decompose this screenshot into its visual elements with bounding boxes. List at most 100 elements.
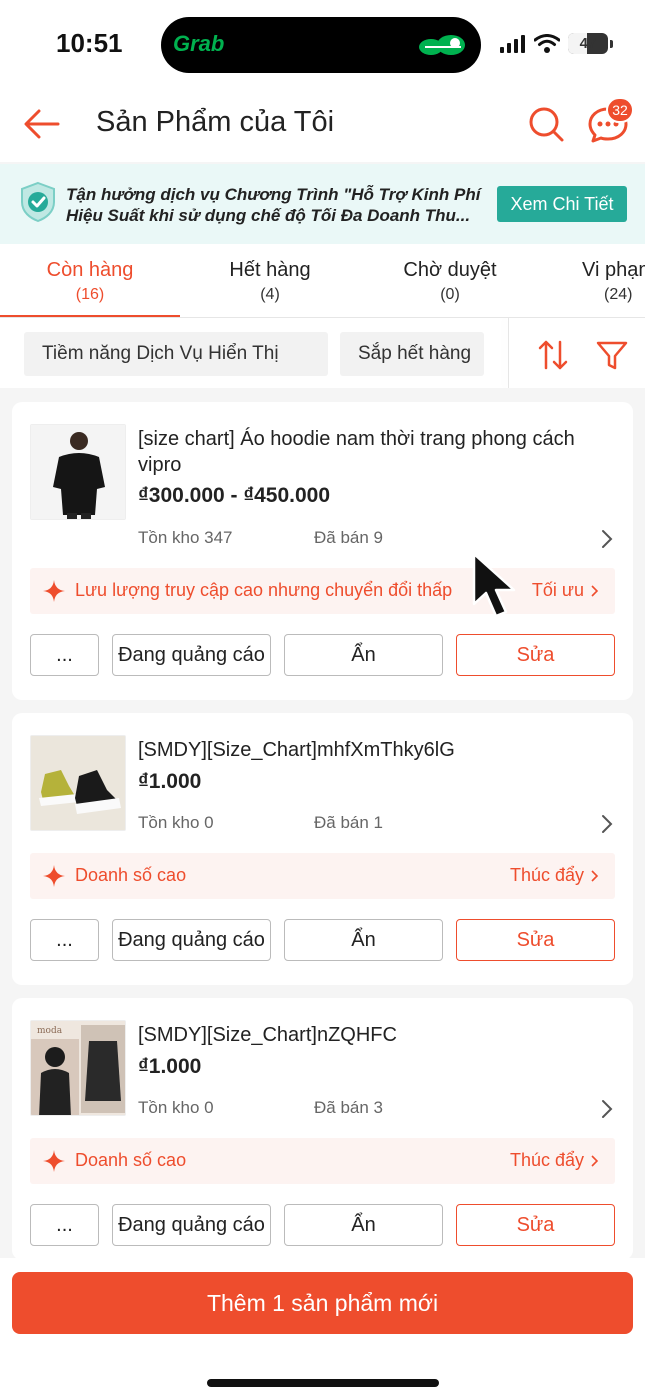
product-name: [size chart] Áo hoodie nam thời trang ph… — [138, 428, 575, 476]
insight-action-label: Thúc đẩy — [509, 865, 584, 885]
tab-label: Hết hàng — [229, 259, 311, 281]
product-image: moda — [30, 1020, 126, 1116]
hide-button[interactable]: Ẩn — [284, 634, 443, 676]
ads-button[interactable]: Đang quảng cáo — [112, 634, 271, 676]
sparkle-icon — [43, 580, 65, 602]
sparkle-icon — [43, 865, 65, 887]
tab-out-of-stock[interactable]: Hết hàng (4) — [180, 244, 360, 318]
insight-bar[interactable]: Doanh số cao Thúc đẩy — [30, 853, 615, 899]
app-header: Sản Phẩm của Tôi 32 — [0, 90, 645, 162]
product-sold: Đã bán 1 — [314, 813, 383, 832]
more-button[interactable]: ... — [30, 634, 99, 676]
chevron-right-icon — [591, 869, 599, 882]
insight-text: Doanh số cao — [75, 865, 187, 885]
tab-pending[interactable]: Chờ duyệt (0) — [360, 244, 540, 318]
view-details-button[interactable]: Xem Chi Tiết — [497, 186, 627, 222]
status-icons: 47 — [500, 33, 613, 54]
add-product-button[interactable]: Thêm 1 sản phẩm mới — [12, 1272, 633, 1334]
mouse-cursor-icon — [472, 552, 516, 618]
banner-text: Tận hưởng dịch vụ Chương Trình "Hỗ Trợ K… — [66, 184, 491, 226]
status-tabs: Còn hàng (16) Hết hàng (4) Chờ duyệt (0)… — [0, 244, 645, 318]
motorbike-icon — [419, 35, 465, 55]
chat-badge: 32 — [606, 97, 634, 123]
product-price: ₫1.000 — [138, 1055, 202, 1078]
bottom-bar: Thêm 1 sản phẩm mới — [0, 1258, 645, 1398]
tab-in-stock[interactable]: Còn hàng (16) — [0, 244, 180, 318]
search-icon[interactable] — [526, 104, 566, 144]
product-sold: Đã bán 3 — [314, 1098, 383, 1117]
status-time: 10:51 — [56, 28, 123, 58]
filter-chip-ads-potential[interactable]: Tiềm năng Dịch Vụ Hiển Thị — [24, 332, 328, 376]
product-card[interactable]: [SMDY][Size_Chart]mhfXmThky6lG ₫1.000 Tồ… — [12, 713, 633, 985]
battery-icon: 47 — [568, 33, 608, 54]
battery-tip — [610, 39, 613, 48]
filter-chip-low-stock[interactable]: Sắp hết hàng — [340, 332, 484, 376]
tab-count: (0) — [440, 286, 460, 303]
grab-logo: Grab — [173, 31, 225, 56]
insight-bar[interactable]: Lưu lượng truy cập cao nhưng chuyển đổi … — [30, 568, 615, 614]
chevron-right-icon[interactable] — [600, 814, 614, 834]
more-button[interactable]: ... — [30, 919, 99, 961]
sparkle-icon — [43, 1150, 65, 1172]
back-arrow-icon[interactable] — [22, 104, 62, 144]
tab-count: (16) — [75, 286, 105, 303]
insight-action[interactable]: Tối ưu — [532, 580, 599, 601]
wifi-icon — [534, 34, 560, 53]
chevron-right-icon — [591, 584, 599, 597]
hide-button[interactable]: Ẩn — [284, 1204, 443, 1246]
product-name: [SMDY][Size_Chart]nZQHFC — [138, 1024, 397, 1046]
dynamic-island: Grab — [161, 17, 481, 73]
ads-button[interactable]: Đang quảng cáo — [112, 919, 271, 961]
battery-level: 47 — [579, 35, 597, 52]
filter-icon[interactable] — [595, 338, 629, 372]
product-image — [30, 424, 126, 520]
promo-banner[interactable]: Tận hưởng dịch vụ Chương Trình "Hỗ Trợ K… — [0, 164, 645, 244]
signal-icon — [500, 34, 525, 53]
page-title: Sản Phẩm của Tôi — [96, 106, 335, 138]
insight-text: Lưu lượng truy cập cao nhưng chuyển đổi … — [75, 580, 453, 600]
tab-label: Vi phạm — [582, 259, 645, 281]
tab-violation[interactable]: Vi phạm (24) — [540, 244, 645, 318]
chevron-right-icon — [591, 1154, 599, 1167]
ads-button[interactable]: Đang quảng cáo — [112, 1204, 271, 1246]
tab-label: Chờ duyệt — [403, 259, 497, 281]
sort-icon[interactable] — [536, 338, 570, 372]
edit-button[interactable]: Sửa — [456, 1204, 615, 1246]
insight-action-label: Thúc đẩy — [509, 1150, 584, 1170]
edit-button[interactable]: Sửa — [456, 634, 615, 676]
chevron-right-icon[interactable] — [600, 1099, 614, 1119]
product-price: ₫300.000 - ₫450.000 — [138, 484, 331, 507]
insight-action[interactable]: Thúc đẩy — [510, 865, 599, 886]
product-stock: Tồn kho 0 — [138, 813, 214, 832]
product-price: ₫1.000 — [138, 770, 202, 793]
hoodie-image — [31, 425, 125, 519]
product-sold: Đã bán 9 — [314, 528, 383, 547]
filter-row: Tiềm năng Dịch Vụ Hiển Thị Sắp hết hàng — [0, 318, 645, 388]
product-card[interactable]: [size chart] Áo hoodie nam thời trang ph… — [12, 402, 633, 700]
product-stock: Tồn kho 347 — [138, 528, 233, 547]
chevron-right-icon[interactable] — [600, 529, 614, 549]
tab-count: (4) — [260, 286, 280, 303]
insight-bar[interactable]: Doanh số cao Thúc đẩy — [30, 1138, 615, 1184]
insight-text: Doanh số cao — [75, 1150, 187, 1170]
home-indicator[interactable] — [207, 1379, 439, 1387]
tab-count: (24) — [604, 286, 633, 303]
status-bar: 10:51 Grab 47 — [0, 0, 645, 90]
edit-button[interactable]: Sửa — [456, 919, 615, 961]
svg-text:moda: moda — [37, 1026, 63, 1036]
shield-check-icon — [21, 181, 55, 223]
kids-shoes-image — [31, 736, 125, 830]
product-image — [30, 735, 126, 831]
insight-action[interactable]: Thúc đẩy — [510, 1150, 599, 1171]
insight-action-label: Tối ưu — [531, 580, 584, 600]
more-button[interactable]: ... — [30, 1204, 99, 1246]
hide-button[interactable]: Ẩn — [284, 919, 443, 961]
filter-divider — [508, 318, 509, 388]
product-card[interactable]: moda [SMDY][Size_Chart]nZQHFC ₫1.000 Tồn… — [12, 998, 633, 1260]
banner-line-1: Tận hưởng dịch vụ Chương Trình "Hỗ Trợ K… — [66, 185, 481, 204]
product-stock: Tồn kho 0 — [138, 1098, 214, 1117]
product-name: [SMDY][Size_Chart]mhfXmThky6lG — [138, 739, 455, 761]
fashion-collage-image: moda — [31, 1021, 125, 1115]
banner-line-2: Hiệu Suất khi sử dụng chế độ Tối Đa Doan… — [66, 206, 471, 225]
tab-label: Còn hàng — [46, 259, 134, 281]
